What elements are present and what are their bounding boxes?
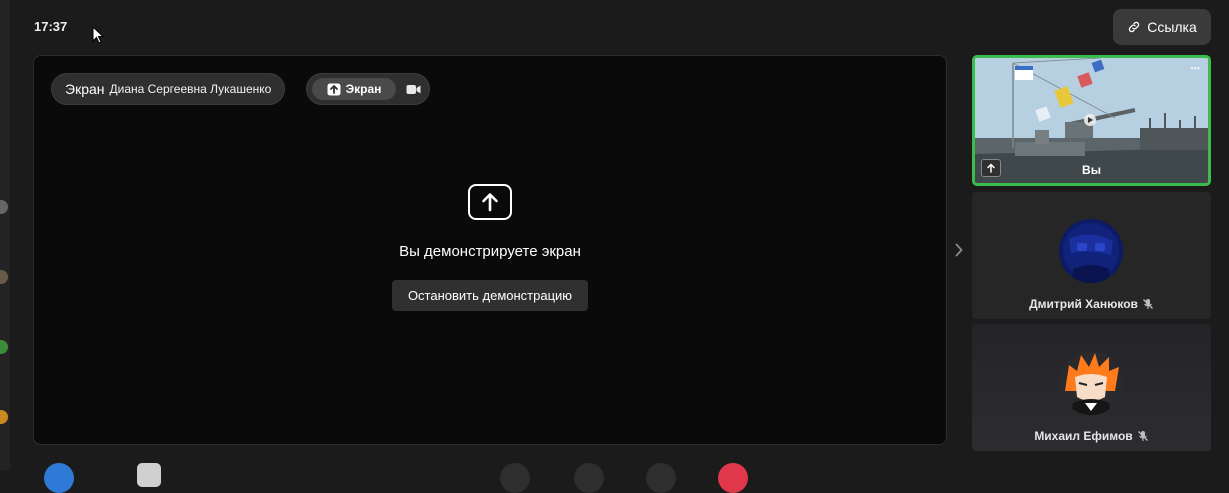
source-camera-button[interactable] — [406, 84, 421, 95]
copy-link-button[interactable]: Ссылка — [1113, 9, 1211, 45]
participant-name-text: Дмитрий Ханюков — [1029, 297, 1138, 311]
share-screen-icon — [327, 83, 341, 95]
participant-label-self: Вы — [1082, 163, 1101, 177]
toolbar-button-fragment[interactable] — [500, 463, 530, 493]
toolbar-button-fragment[interactable] — [44, 463, 74, 493]
avatar-fragment — [0, 410, 8, 424]
main-stage: Экран Диана Сергеевна Лукашенко Экран Вы… — [33, 55, 947, 445]
avatar-fragment — [0, 200, 8, 214]
signal-indicator-icon: ▪▪▪ — [1190, 63, 1200, 73]
clock: 17:37 — [34, 19, 68, 34]
source-screen-label: Экран — [345, 82, 382, 96]
avatar — [1059, 351, 1123, 415]
avatar — [1059, 219, 1123, 283]
participant-tile[interactable]: Дмитрий Ханюков — [972, 192, 1211, 319]
toolbar-button-fragment[interactable] — [137, 463, 161, 487]
participant-tile-self[interactable]: ▪▪▪ Вы — [972, 55, 1211, 186]
participant-name: Дмитрий Ханюков — [972, 297, 1211, 311]
sharing-message: Вы демонстрируете экран — [399, 243, 581, 260]
chevron-right-icon[interactable] — [954, 243, 964, 257]
copy-link-label: Ссылка — [1147, 19, 1197, 35]
presenter-pill-name: Диана Сергеевна Лукашенко — [109, 82, 272, 96]
presenter-pill: Экран Диана Сергеевна Лукашенко — [51, 73, 286, 105]
toolbar-button-fragment[interactable] — [718, 463, 748, 493]
mouse-cursor-icon — [92, 26, 104, 44]
avatar-fragment — [0, 340, 8, 354]
participant-name: Михаил Ефимов — [972, 429, 1211, 443]
toolbar-button-fragment[interactable] — [574, 463, 604, 493]
link-icon — [1129, 21, 1140, 33]
toolbar-button-fragment[interactable] — [646, 463, 676, 493]
mic-off-icon — [1137, 431, 1148, 441]
sharing-notice: Вы демонстрируете экран Остановить демон… — [34, 184, 946, 311]
presenter-pill-type: Экран — [65, 81, 105, 97]
avatar-fragment — [0, 270, 8, 284]
stop-sharing-button[interactable]: Остановить демонстрацию — [391, 280, 589, 311]
left-sidebar-edge — [0, 0, 10, 470]
participant-tile[interactable]: Михаил Ефимов — [972, 324, 1211, 451]
participant-name-text: Михаил Ефимов — [1034, 429, 1133, 443]
arrow-up-box-icon — [468, 184, 512, 220]
mic-off-icon — [1142, 299, 1153, 309]
video-camera-icon — [406, 84, 421, 94]
source-screen-button[interactable]: Экран — [312, 78, 396, 100]
source-switcher: Экран — [306, 73, 430, 105]
